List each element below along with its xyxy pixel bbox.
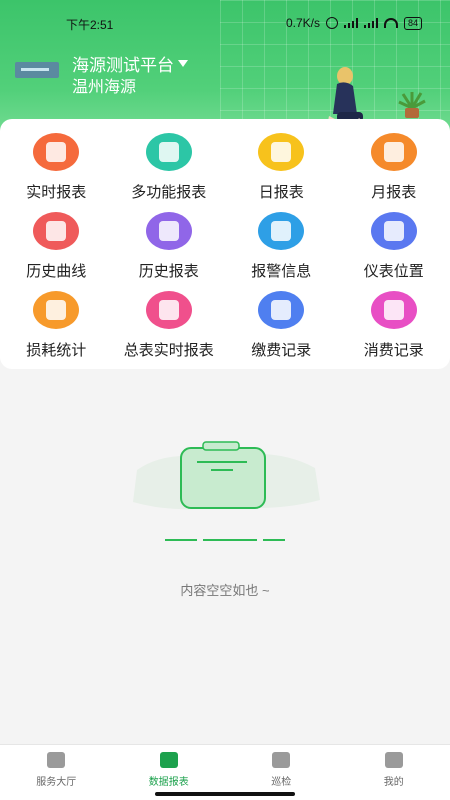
- pie-chart-icon: [33, 133, 80, 171]
- company-name: 温州海源: [72, 79, 137, 96]
- calendar-day-icon: [258, 133, 305, 171]
- menu-item-label: 历史曲线: [26, 263, 87, 280]
- menu-item-label: 缴费记录: [251, 342, 312, 359]
- empty-state-text: 内容空空如也 ~: [180, 583, 270, 598]
- menu-item-meter-location[interactable]: 仪表位置: [338, 212, 450, 291]
- signal-icon: [363, 18, 378, 28]
- menu-item-multifunction-report[interactable]: 多功能报表: [113, 133, 226, 212]
- menu-item-loss-stats[interactable]: 损耗统计: [0, 291, 113, 370]
- menu-item-label: 月报表: [371, 184, 417, 201]
- tab-label: 巡检: [271, 777, 292, 788]
- alarm-light-icon: [258, 212, 305, 250]
- menu-item-label: 历史报表: [138, 263, 199, 280]
- layers-icon: [145, 133, 192, 171]
- wallet-icon: [370, 291, 417, 329]
- status-bar: 下午2:51 0.7K/s 84: [0, 14, 450, 34]
- empty-box-illustration: [133, 441, 320, 541]
- status-time: 下午2:51: [66, 18, 114, 32]
- bar-stats-icon: [33, 291, 80, 329]
- router-icon: [159, 752, 178, 768]
- menu-item-label: 损耗统计: [26, 342, 87, 359]
- payment-record-icon: [258, 291, 305, 329]
- plant-illustration: [398, 92, 426, 118]
- function-grid: 实时报表 多功能报表 日报表 月报表 历史曲线 历史报表 报警信息 仪表位置 损…: [0, 133, 450, 370]
- menu-item-label: 实时报表: [26, 184, 87, 201]
- tab-label: 服务大厅: [36, 777, 77, 788]
- menu-item-label: 总表实时报表: [123, 342, 214, 359]
- menu-item-payment-record[interactable]: 缴费记录: [225, 291, 338, 370]
- net-speed: 0.7K/s: [285, 16, 320, 30]
- menu-item-realtime-report[interactable]: 实时报表: [0, 133, 113, 212]
- menu-item-history-report[interactable]: 历史报表: [113, 212, 226, 291]
- menu-item-master-realtime-report[interactable]: 总表实时报表: [113, 291, 226, 370]
- menu-item-alarm-info[interactable]: 报警信息: [225, 212, 338, 291]
- tab-service-hall[interactable]: 服务大厅: [0, 745, 113, 800]
- battery-icon: 84: [403, 16, 422, 30]
- caret-down-icon: [178, 60, 188, 67]
- status-right: 0.7K/s 84: [286, 16, 422, 30]
- menu-item-label: 多功能报表: [131, 184, 207, 201]
- alarm-clock-icon: [325, 17, 338, 29]
- menu-item-label: 日报表: [258, 184, 304, 201]
- location-pin-icon: [370, 212, 417, 250]
- calendar-month-icon: [370, 133, 417, 171]
- tab-label: 我的: [383, 777, 404, 788]
- menu-item-label: 消费记录: [363, 342, 424, 359]
- tab-mine[interactable]: 我的: [338, 745, 450, 800]
- history-report-icon: [145, 212, 192, 250]
- menu-item-consumption-record[interactable]: 消费记录: [338, 291, 450, 370]
- menu-item-daily-report[interactable]: 日报表: [225, 133, 338, 212]
- tab-label: 数据报表: [148, 777, 189, 788]
- inspect-icon: [272, 752, 291, 768]
- chat-icon: [47, 752, 66, 768]
- curve-icon: [33, 212, 80, 250]
- company-logo: [15, 62, 59, 78]
- menu-item-label: 仪表位置: [363, 263, 424, 280]
- wifi-icon: [383, 18, 398, 28]
- home-indicator[interactable]: [155, 792, 295, 796]
- menu-item-history-curve[interactable]: 历史曲线: [0, 212, 113, 291]
- function-menu-card: 实时报表 多功能报表 日报表 月报表 历史曲线 历史报表 报警信息 仪表位置 损…: [0, 119, 450, 369]
- signal-icon: [343, 18, 358, 28]
- user-icon: [384, 752, 403, 768]
- menu-item-label: 报警信息: [251, 263, 312, 280]
- printer-icon: [145, 291, 192, 329]
- menu-item-monthly-report[interactable]: 月报表: [338, 133, 450, 212]
